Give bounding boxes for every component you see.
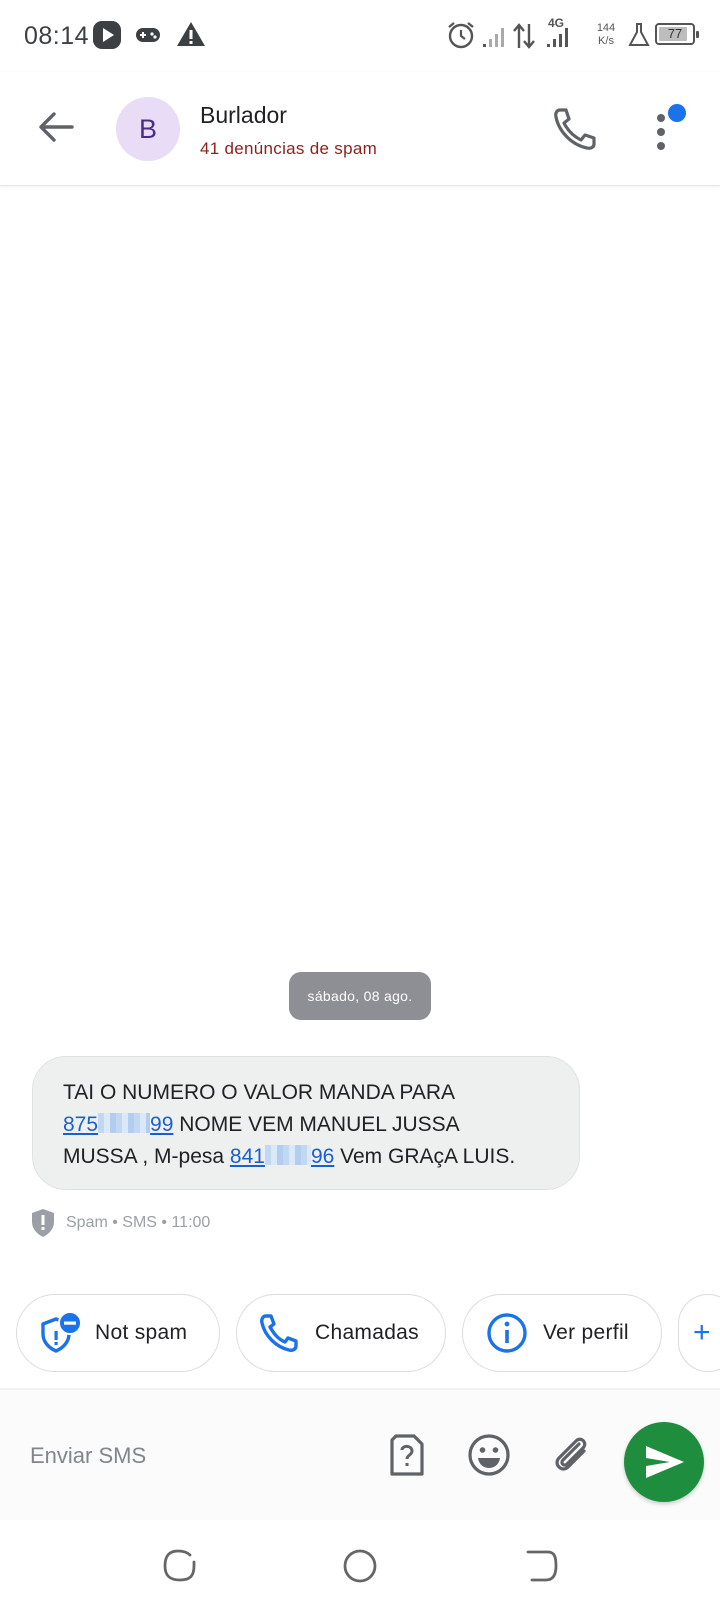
emoji-icon[interactable] [464,1430,514,1480]
spam-report-count: 41 denúncias de spam [200,139,378,158]
recents-icon[interactable] [160,1546,200,1586]
message-line-1: TAI O NUMERO O VALOR MANDA PARA [63,1081,456,1104]
compose-bar [0,1390,720,1520]
shield-minus-icon [37,1311,82,1355]
send-button[interactable] [624,1422,704,1502]
network-speed-unit: K/s [598,35,614,47]
phone-link-1-start: 875 [63,1113,99,1136]
navigation-bar [0,1520,720,1612]
attach-icon[interactable] [546,1430,596,1480]
sms-input[interactable] [30,1436,360,1476]
alarm-icon [448,22,474,49]
more-dot-3 [657,142,665,150]
network-speed: 144 K/s [592,22,620,48]
info-icon [485,1311,529,1355]
not-spam-chip[interactable]: Not spam [16,1294,220,1372]
back-arrow-icon[interactable] [32,102,82,152]
signal-sim1-icon [483,28,504,47]
gamepad-icon [136,28,160,42]
contact-name[interactable]: Burlador [200,102,287,129]
more-options-button[interactable] [654,100,694,160]
message-line-2: 875 99 NOME VEM MANUEL JUSSA [63,1109,549,1141]
phone-icon [257,1311,301,1355]
spam-shield-icon [32,1209,54,1237]
redacted-digits [98,1113,151,1133]
message-meta: Spam • SMS • 11:00 [30,1208,210,1238]
conversation-header: B Burlador 41 denúncias de spam [0,72,720,186]
date-chip: sábado, 08 ago. [289,972,431,1020]
network-speed-value: 144 [596,22,616,34]
phone-link-1-end: 99 [150,1113,174,1136]
message-line-2-text: NOME VEM MANUEL JUSSA [173,1113,460,1136]
message-line-3-end: Vem GRAçA LUIS. [334,1145,516,1168]
signal-sim2-icon [547,28,568,47]
status-time: 08:14 [24,22,90,50]
phone-link-2[interactable]: 841 96 [230,1145,334,1168]
plus-icon: + [693,1316,711,1349]
avatar-letter: B [138,113,157,144]
warning-icon [177,22,205,46]
battery-level-text: 77 [667,26,683,41]
calls-chip[interactable]: Chamadas [236,1294,446,1372]
avatar[interactable]: B [116,97,180,161]
redacted-digits [264,1145,311,1165]
home-icon[interactable] [340,1546,380,1586]
message-meta-text: Spam • SMS • 11:00 [66,1214,211,1231]
not-spam-label: Not spam [95,1321,188,1344]
more-dot-1 [657,114,665,122]
calls-label: Chamadas [315,1321,419,1344]
phone-icon[interactable] [548,102,602,156]
notification-dot [668,104,686,122]
phone-link-1[interactable]: 875 99 [63,1113,173,1136]
flask-icon [628,23,650,46]
view-profile-label: Ver perfil [543,1321,629,1344]
phone-link-2-start: 841 [229,1145,265,1168]
data-transfer-icon [513,23,535,49]
play-store-notification-icon [93,21,121,49]
message-bubble[interactable]: TAI O NUMERO O VALOR MANDA PARA 875 99 NO… [32,1056,580,1190]
more-dot-2 [657,128,665,136]
view-profile-chip[interactable]: Ver perfil [462,1294,662,1372]
back-nav-icon[interactable] [520,1546,560,1586]
sim-help-icon[interactable] [382,1430,432,1480]
message-line-3-start: MUSSA , M-pesa [63,1145,230,1168]
send-icon [646,1446,684,1478]
status-bar: 08:14 4G 144 K/s 77 [0,0,720,72]
phone-link-2-end: 96 [310,1145,335,1168]
message-line-3: MUSSA , M-pesa 841 96 Vem GRAçA LUIS. [63,1141,549,1173]
add-contact-chip[interactable]: + [678,1294,720,1372]
battery-icon: 77 [655,23,699,45]
